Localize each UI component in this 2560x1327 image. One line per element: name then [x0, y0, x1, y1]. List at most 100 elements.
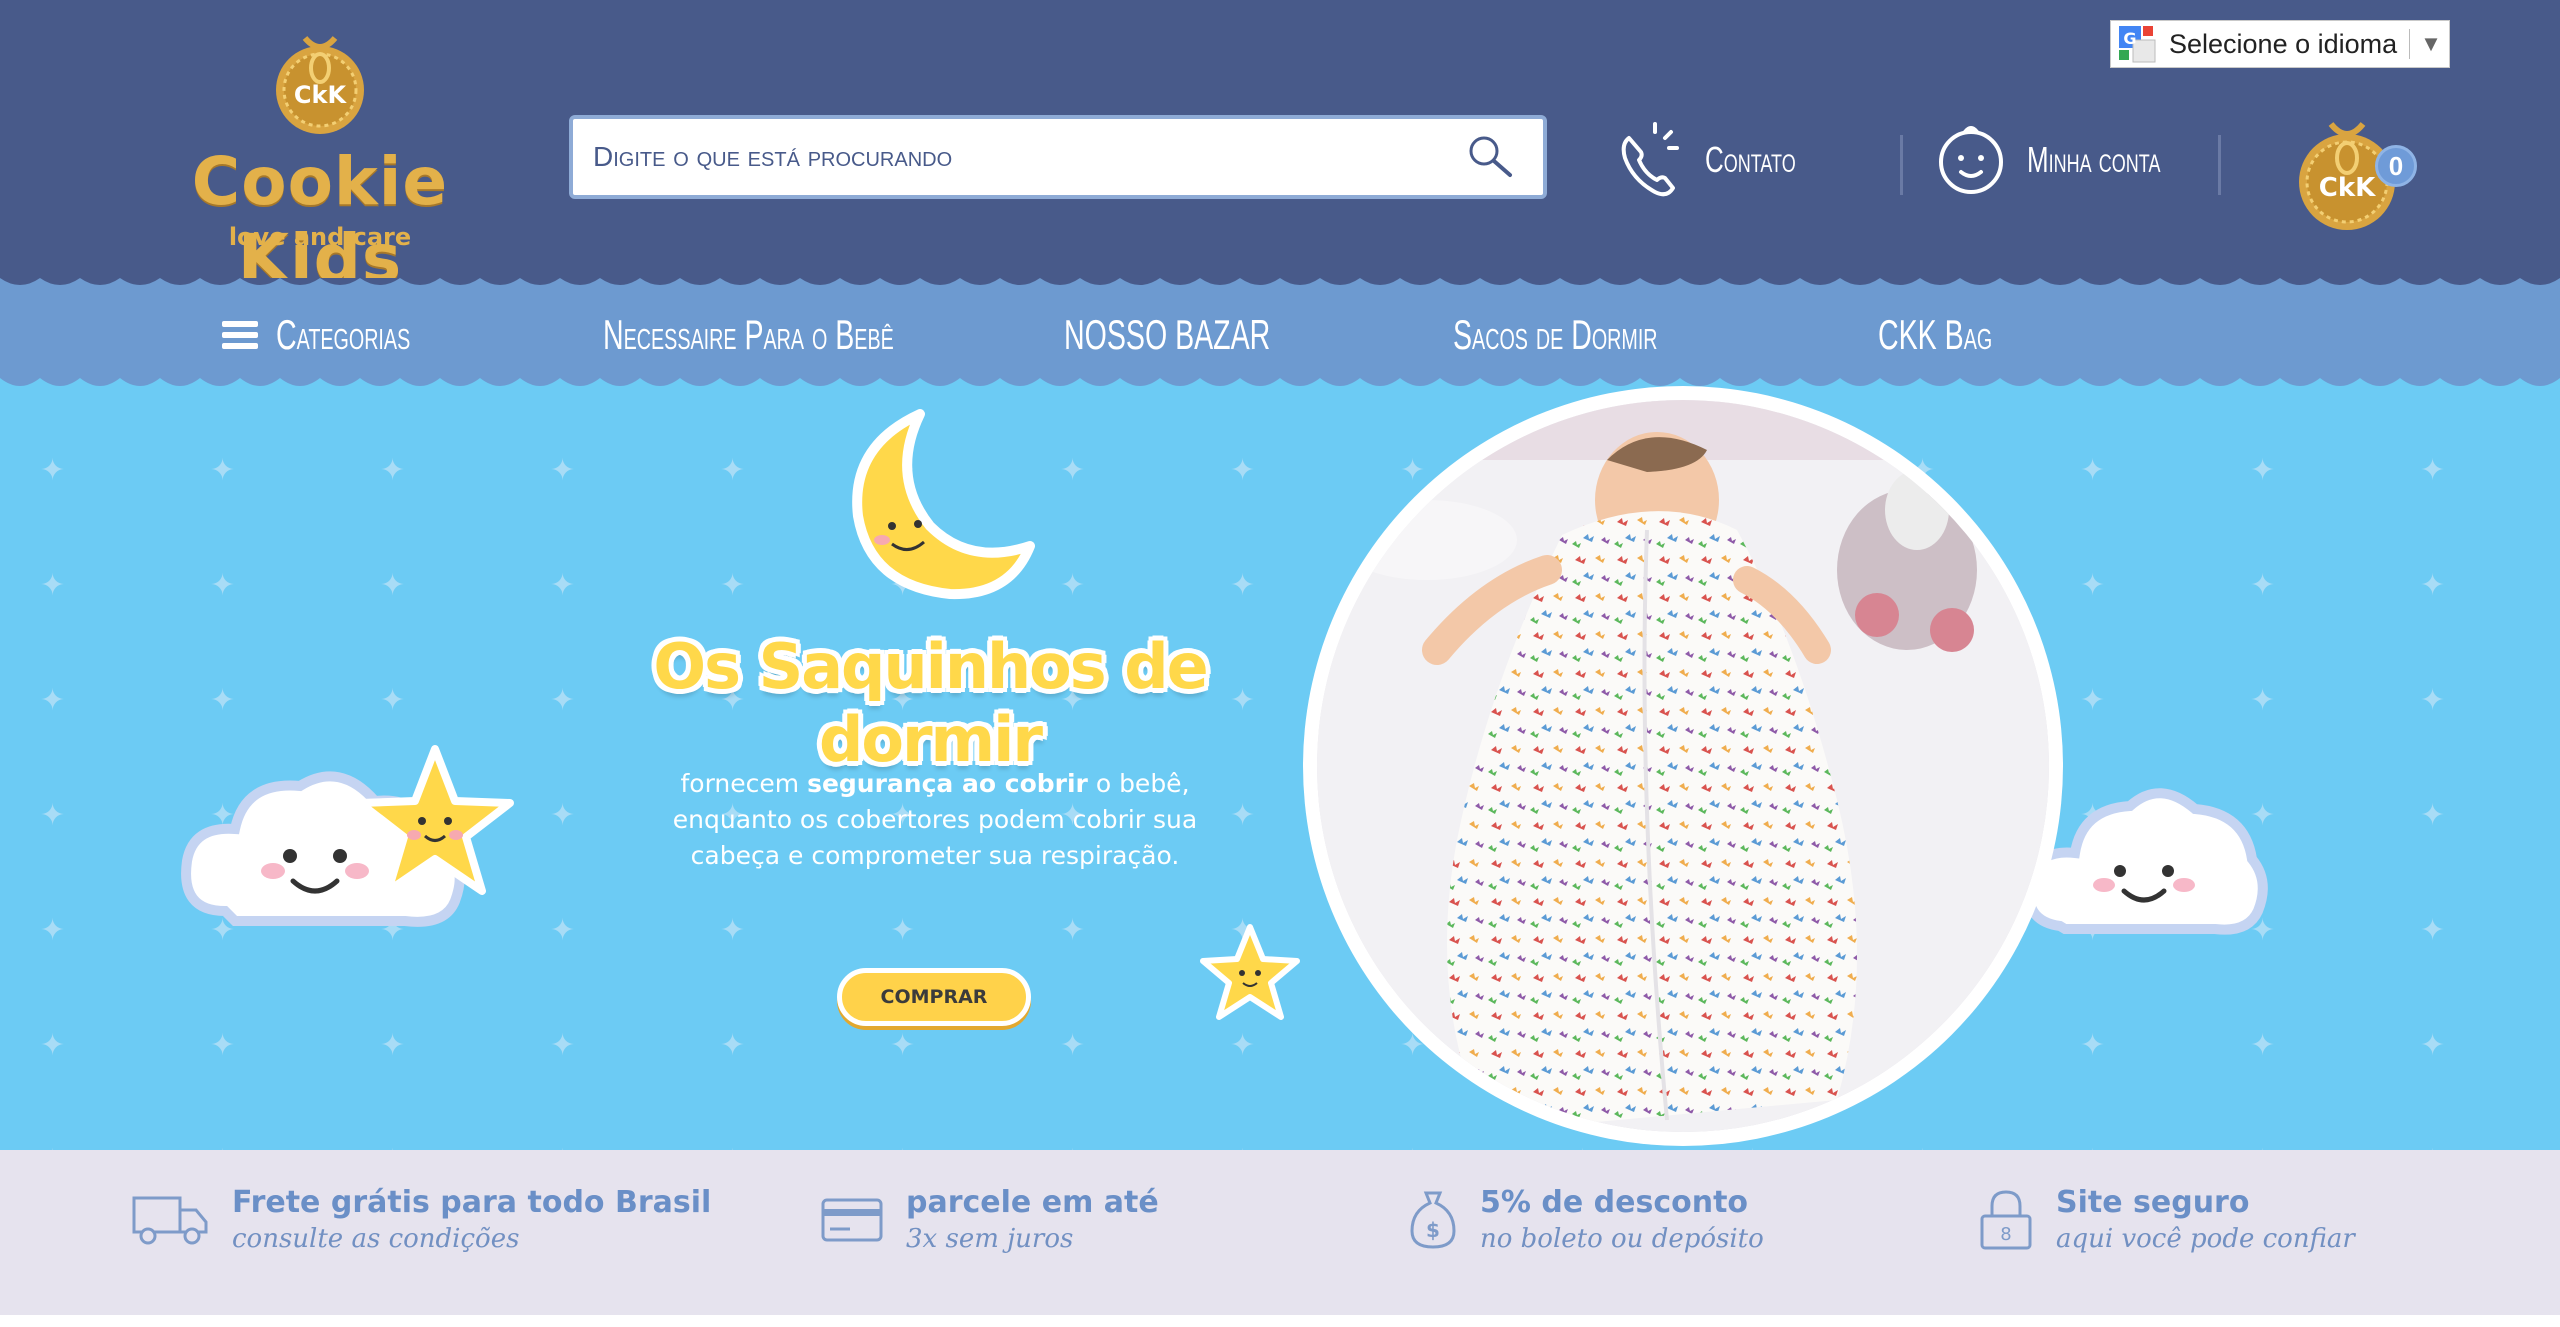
- background-star-icon: ✦: [40, 1029, 66, 1062]
- nav-item-bazar[interactable]: NOSSO BAZAR: [1064, 300, 1367, 370]
- background-star-icon: ✦: [2080, 569, 2106, 602]
- background-star-icon: ✦: [1060, 914, 1086, 947]
- background-star-icon: ✦: [210, 684, 236, 717]
- background-star-icon: ✦: [380, 569, 406, 602]
- background-star-icon: ✦: [1230, 569, 1256, 602]
- header-divider: [2218, 135, 2221, 195]
- contact-label: Contato: [1705, 139, 1796, 180]
- hero-title: Os Saquinhos de dormir: [653, 630, 1208, 776]
- background-star-icon: ✦: [2420, 454, 2446, 487]
- account-label: Minha conta: [2027, 139, 2161, 180]
- background-star-icon: ✦: [2080, 684, 2106, 717]
- nav-item-necessaire[interactable]: Necessaire Para o Bebê: [603, 300, 1031, 370]
- background-star-icon: ✦: [550, 799, 576, 832]
- feature-subtitle: no boleto ou depósito: [1480, 1224, 1764, 1254]
- account-link[interactable]: Minha conta: [1935, 115, 2212, 205]
- search-icon[interactable]: [1466, 133, 1514, 181]
- feature-subtitle: 3x sem juros: [906, 1224, 1074, 1254]
- nav-item-label: Necessaire Para o Bebê: [603, 311, 894, 358]
- background-star-icon: ✦: [1060, 454, 1086, 487]
- padlock-icon: 8: [1980, 1189, 2032, 1249]
- language-label: Selecione o idioma: [2169, 28, 2398, 59]
- buy-button[interactable]: COMPRAR: [837, 968, 1031, 1026]
- hero-text-part: fornecem: [680, 769, 808, 798]
- background-star-icon: ✦: [1400, 454, 1426, 487]
- background-star-icon: ✦: [890, 1029, 916, 1062]
- background-star-icon: ✦: [2420, 684, 2446, 717]
- background-star-icon: ✦: [550, 914, 576, 947]
- background-star-icon: ✦: [720, 569, 746, 602]
- hero-text-bold: segurança ao cobrir: [807, 769, 1088, 798]
- feature-discount: $ 5% de desconto no boleto ou depósito: [1408, 1185, 1764, 1254]
- search-input[interactable]: [593, 131, 1473, 183]
- money-bag-icon: $: [1410, 1191, 1456, 1249]
- background-star-icon: ✦: [40, 799, 66, 832]
- moon-character-icon: [852, 409, 1035, 600]
- background-star-icon: ✦: [2420, 799, 2446, 832]
- background-star-icon: ✦: [2080, 454, 2106, 487]
- star-character-icon: [356, 745, 514, 895]
- nav-scallop-top: [0, 278, 2560, 285]
- svg-text:G: G: [2123, 29, 2136, 48]
- cart-badge-text: CkK: [2319, 173, 2376, 203]
- background-star-icon: ✦: [720, 1029, 746, 1062]
- background-star-icon: ✦: [380, 684, 406, 717]
- background-star-icon: ✦: [2250, 684, 2276, 717]
- site-logo[interactable]: CkK Cookie Kids love and care: [100, 18, 540, 297]
- hero-banner[interactable]: ✦ ✦ ✦ ✦ ✦ ✦ ✦ ✦ ✦ ✦ ✦ ✦ ✦ ✦ ✦ ✦ ✦ ✦ ✦ ✦ ✦ ✦ ✦ ✦ ✦ ✦ ✦ ✦ ✦ ✦ ✦ ✦ ✦ ✦ ✦ ✦ ✦ ✦ ✦ ✦…: [0, 386, 2560, 1150]
- nav-item-sacos-de-dormir[interactable]: Sacos de Dormir: [1453, 300, 1754, 370]
- background-star-icon: ✦: [380, 1029, 406, 1062]
- svg-text:8: 8: [2000, 1224, 2011, 1245]
- background-star-icon: ✦: [1060, 569, 1086, 602]
- feature-subtitle: consulte as condições: [232, 1224, 520, 1254]
- nav-item-label: Sacos de Dormir: [1453, 311, 1658, 358]
- background-star-icon: ✦: [550, 569, 576, 602]
- feature-title: Site seguro: [2056, 1185, 2250, 1220]
- baby-sleeping-photo: [1317, 400, 2049, 1132]
- nav-categories[interactable]: Categorias: [222, 300, 473, 370]
- background-star-icon: ✦: [550, 454, 576, 487]
- search-box: [569, 115, 1547, 199]
- feature-title: parcele em até: [906, 1185, 1159, 1220]
- background-star-icon: ✦: [380, 454, 406, 487]
- background-star-icon: ✦: [1230, 454, 1256, 487]
- background-star-icon: ✦: [720, 914, 746, 947]
- hamburger-menu-icon: [222, 316, 258, 354]
- phone-icon: [1621, 122, 1679, 197]
- nav-item-ckk-bag[interactable]: CKK Bag: [1878, 300, 2046, 370]
- contact-link[interactable]: Contato: [1615, 115, 1831, 205]
- feature-subtitle: aqui você pode confiar: [2056, 1224, 2355, 1254]
- svg-text:$: $: [1426, 1218, 1440, 1242]
- background-star-icon: ✦: [40, 454, 66, 487]
- header-divider: [1900, 135, 1903, 195]
- background-star-icon: ✦: [1230, 1029, 1256, 1062]
- background-star-icon: ✦: [2420, 914, 2446, 947]
- background-star-icon: ✦: [1060, 1029, 1086, 1062]
- truck-icon: [132, 1196, 208, 1244]
- language-divider: [2409, 29, 2411, 59]
- background-star-icon: ✦: [210, 454, 236, 487]
- background-star-icon: ✦: [40, 569, 66, 602]
- background-star-icon: ✦: [720, 454, 746, 487]
- feature-title: 5% de desconto: [1480, 1185, 1749, 1220]
- cart-button[interactable]: CkK 0: [2295, 110, 2420, 235]
- background-star-icon: ✦: [210, 1029, 236, 1062]
- nav-categories-label: Categorias: [276, 311, 411, 358]
- hero-photo: [1303, 386, 2063, 1146]
- background-star-icon: ✦: [2080, 1029, 2106, 1062]
- background-star-icon: ✦: [550, 684, 576, 717]
- small-star-character-icon: [1200, 924, 1300, 1020]
- credit-card-icon: [821, 1198, 883, 1241]
- feature-title: Frete grátis para todo Brasil: [232, 1185, 712, 1220]
- baby-face-icon: [1939, 126, 2003, 194]
- brand-tagline: love and care: [228, 223, 412, 251]
- background-star-icon: ✦: [40, 914, 66, 947]
- background-star-icon: ✦: [40, 684, 66, 717]
- background-star-icon: ✦: [1230, 799, 1256, 832]
- background-star-icon: ✦: [2420, 569, 2446, 602]
- cart-count-badge: 0: [2375, 145, 2417, 187]
- language-selector[interactable]: G Selecione o idioma ▼: [2110, 20, 2450, 68]
- logo-badge-text: CkK: [294, 81, 348, 109]
- nav-item-label: NOSSO BAZAR: [1064, 311, 1271, 358]
- background-star-icon: ✦: [890, 914, 916, 947]
